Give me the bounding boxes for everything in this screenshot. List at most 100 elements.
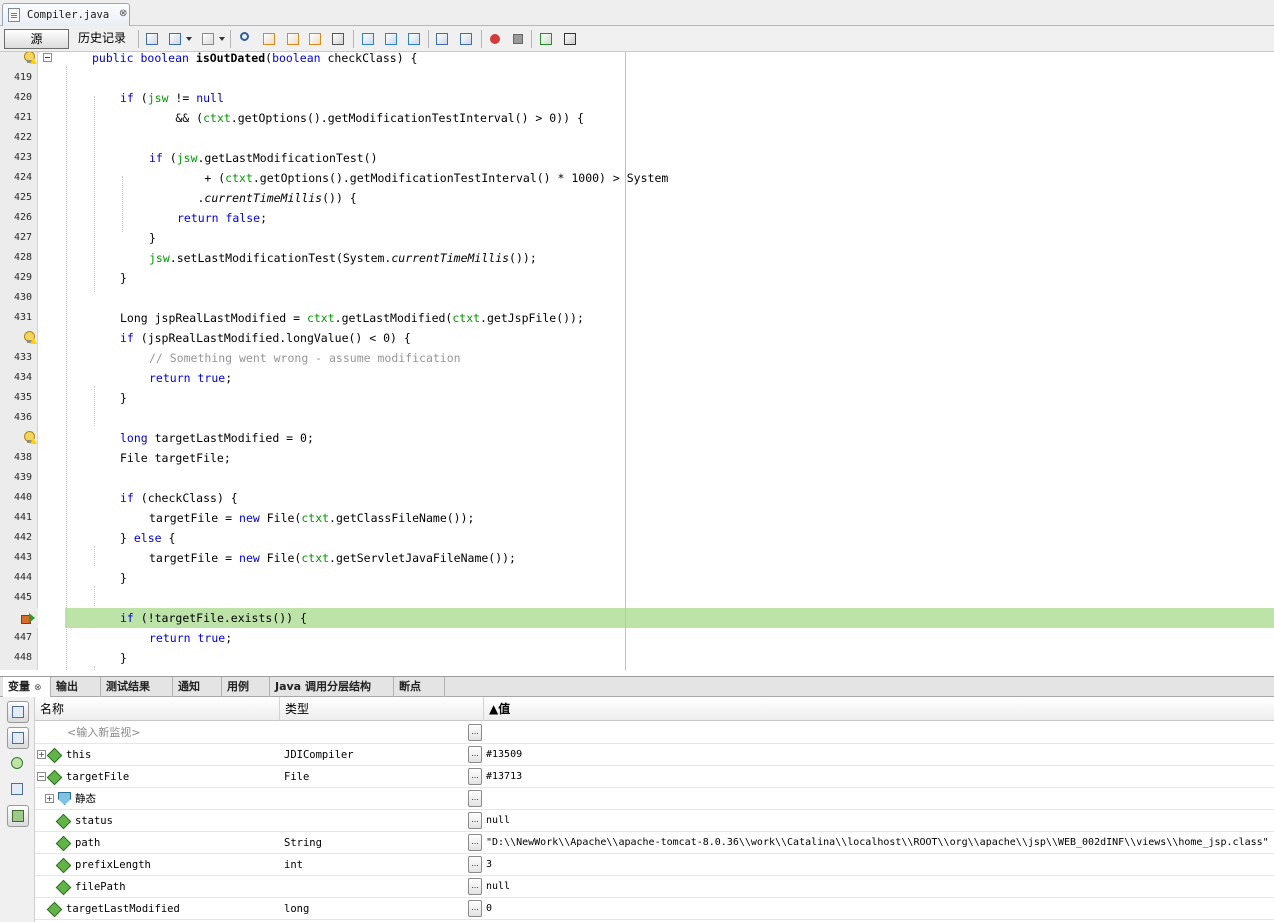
toggle-rect-select-button[interactable] bbox=[330, 31, 346, 47]
debugging-view-button[interactable] bbox=[7, 701, 29, 723]
variable-value[interactable]: "D:\\NewWork\\Apache\\apache-tomcat-8.0.… bbox=[486, 832, 1269, 854]
variable-value[interactable]: #13509 bbox=[486, 744, 522, 766]
code-line[interactable]: 431 Long jspRealLastModified = ctxt.getLa… bbox=[0, 308, 1274, 328]
close-tab-icon[interactable]: ⊗ bbox=[119, 8, 127, 19]
variable-value[interactable]: null bbox=[486, 876, 510, 898]
code-editor[interactable]: public boolean isOutDated(boolean checkC… bbox=[0, 52, 1274, 670]
expand-icon[interactable]: + bbox=[45, 794, 54, 803]
current-execution-line[interactable]: if (!targetFile.exists()) { bbox=[0, 608, 1274, 628]
code-line[interactable]: 421 && (ctxt.getOptions().getModificatio… bbox=[0, 108, 1274, 128]
code-line[interactable]: long targetLastModified = 0; bbox=[0, 428, 1274, 448]
variable-value[interactable]: null bbox=[486, 810, 510, 832]
stop-macro-button[interactable] bbox=[510, 31, 526, 47]
next-bookmark-button[interactable] bbox=[383, 31, 399, 47]
name-column-header[interactable]: 名称 bbox=[35, 697, 280, 721]
history-view-button[interactable]: 历史记录 bbox=[71, 29, 133, 49]
variable-value[interactable]: 0 bbox=[486, 898, 492, 920]
edit-value-button[interactable]: ... bbox=[468, 724, 482, 741]
variable-row[interactable]: + this JDICompiler... #13509 bbox=[35, 744, 1274, 766]
shift-right-button[interactable] bbox=[458, 31, 474, 47]
code-line[interactable]: 428 jsw.setLastModificationTest(System.cu… bbox=[0, 248, 1274, 268]
expand-icon[interactable]: + bbox=[37, 750, 46, 759]
shift-left-button[interactable] bbox=[434, 31, 450, 47]
code-line[interactable]: 426 return false; bbox=[0, 208, 1274, 228]
edit-value-button[interactable]: ... bbox=[468, 768, 482, 785]
code-line[interactable]: 433 // Something went wrong - assume modi… bbox=[0, 348, 1274, 368]
fold-toggle-icon[interactable] bbox=[43, 53, 52, 62]
tab-notifications[interactable]: 通知 bbox=[173, 677, 222, 697]
edit-value-button[interactable]: ... bbox=[468, 900, 482, 917]
code-line[interactable]: 444} bbox=[0, 568, 1274, 588]
code-line[interactable]: 441 targetFile = new File(ctxt.getClassFi… bbox=[0, 508, 1274, 528]
code-line[interactable]: 435} bbox=[0, 388, 1274, 408]
code-line[interactable]: 423 if (jsw.getLastModificationTest() bbox=[0, 148, 1274, 168]
comment-button[interactable] bbox=[538, 31, 554, 47]
go-to-last-edit-button[interactable] bbox=[144, 31, 160, 47]
code-line[interactable]: 439 bbox=[0, 468, 1274, 488]
toggle-highlight-button[interactable] bbox=[307, 31, 323, 47]
collapse-icon[interactable]: − bbox=[37, 772, 46, 781]
edit-value-button[interactable]: ... bbox=[468, 746, 482, 763]
variable-row[interactable]: path String... "D:\\NewWork\\Apache\\apach… bbox=[35, 832, 1274, 854]
code-line[interactable]: 445 bbox=[0, 588, 1274, 608]
code-line[interactable]: 422 bbox=[0, 128, 1274, 148]
code-line[interactable]: 429} bbox=[0, 268, 1274, 288]
find-previous-button[interactable] bbox=[261, 31, 277, 47]
new-watch-row[interactable]: <输入新监视>... bbox=[35, 722, 1274, 744]
evaluate-expression-button[interactable] bbox=[7, 779, 29, 801]
close-tab-icon[interactable]: ⊗ bbox=[34, 683, 42, 693]
edit-value-button[interactable]: ... bbox=[468, 878, 482, 895]
previous-bookmark-button[interactable] bbox=[360, 31, 376, 47]
tab-call-hierarchy[interactable]: Java 调用分层结构 bbox=[270, 677, 394, 697]
forward-button[interactable] bbox=[200, 31, 225, 47]
tab-output[interactable]: 输出 bbox=[51, 677, 101, 697]
tab-use-cases[interactable]: 用例 bbox=[222, 677, 270, 697]
edit-value-button[interactable]: ... bbox=[468, 834, 482, 851]
variable-row[interactable]: filePath... null bbox=[35, 876, 1274, 898]
edit-value-button[interactable]: ... bbox=[468, 856, 482, 873]
code-line[interactable]: 419 bbox=[0, 68, 1274, 88]
tab-variables[interactable]: 变量 ⊗ bbox=[3, 677, 51, 697]
variable-row[interactable]: prefixLength int... 3 bbox=[35, 854, 1274, 876]
code-line[interactable]: 448} bbox=[0, 648, 1274, 668]
code-line[interactable]: if (jspRealLastModified.longValue() < 0)… bbox=[0, 328, 1274, 348]
new-watch-button[interactable] bbox=[7, 753, 29, 775]
code-line[interactable]: 434 return true; bbox=[0, 368, 1274, 388]
show-values-button[interactable] bbox=[7, 805, 29, 827]
watches-view-button[interactable] bbox=[7, 727, 29, 749]
value-column-header[interactable]: ▲值 bbox=[484, 697, 1274, 721]
toggle-bookmark-button[interactable] bbox=[406, 31, 422, 47]
variable-row[interactable]: + 静态... bbox=[35, 788, 1274, 810]
source-view-button[interactable]: 源 bbox=[4, 29, 69, 49]
code-line[interactable]: public boolean isOutDated(boolean checkC… bbox=[0, 52, 1274, 68]
code-line[interactable]: 447 return true; bbox=[0, 628, 1274, 648]
chevron-down-icon[interactable] bbox=[186, 37, 192, 41]
code-line[interactable]: 427} bbox=[0, 228, 1274, 248]
code-line[interactable]: 425 .currentTimeMillis()) { bbox=[0, 188, 1274, 208]
code-line[interactable]: 436 bbox=[0, 408, 1274, 428]
variable-value[interactable]: #13713 bbox=[486, 766, 522, 788]
code-line[interactable]: 442} else { bbox=[0, 528, 1274, 548]
new-watch-input[interactable]: <输入新监视> bbox=[67, 722, 140, 744]
code-line[interactable]: 424 + (ctxt.getOptions().getModification… bbox=[0, 168, 1274, 188]
start-macro-button[interactable] bbox=[487, 31, 503, 47]
find-button[interactable] bbox=[238, 31, 254, 47]
variable-row[interactable]: status... null bbox=[35, 810, 1274, 832]
find-next-button[interactable] bbox=[285, 31, 301, 47]
variable-row[interactable]: − targetFile File... #13713 bbox=[35, 766, 1274, 788]
variable-row[interactable]: targetLastModified long... 0 bbox=[35, 898, 1274, 920]
code-line[interactable]: 438 File targetFile; bbox=[0, 448, 1274, 468]
type-column-header[interactable]: 类型 bbox=[280, 697, 484, 721]
uncomment-button[interactable] bbox=[562, 31, 578, 47]
code-line[interactable]: 420 if (jsw != null bbox=[0, 88, 1274, 108]
edit-value-button[interactable]: ... bbox=[468, 790, 482, 807]
tab-breakpoints[interactable]: 断点 bbox=[394, 677, 445, 697]
code-line[interactable]: 443 targetFile = new File(ctxt.getServlet… bbox=[0, 548, 1274, 568]
variable-value[interactable]: 3 bbox=[486, 854, 492, 876]
chevron-down-icon[interactable] bbox=[219, 37, 225, 41]
code-line[interactable]: 430 bbox=[0, 288, 1274, 308]
tab-test-results[interactable]: 测试结果 bbox=[101, 677, 173, 697]
edit-value-button[interactable]: ... bbox=[468, 812, 482, 829]
file-tab-compiler-java[interactable]: Compiler.java ⊗ bbox=[2, 3, 130, 26]
back-button[interactable] bbox=[167, 31, 192, 47]
